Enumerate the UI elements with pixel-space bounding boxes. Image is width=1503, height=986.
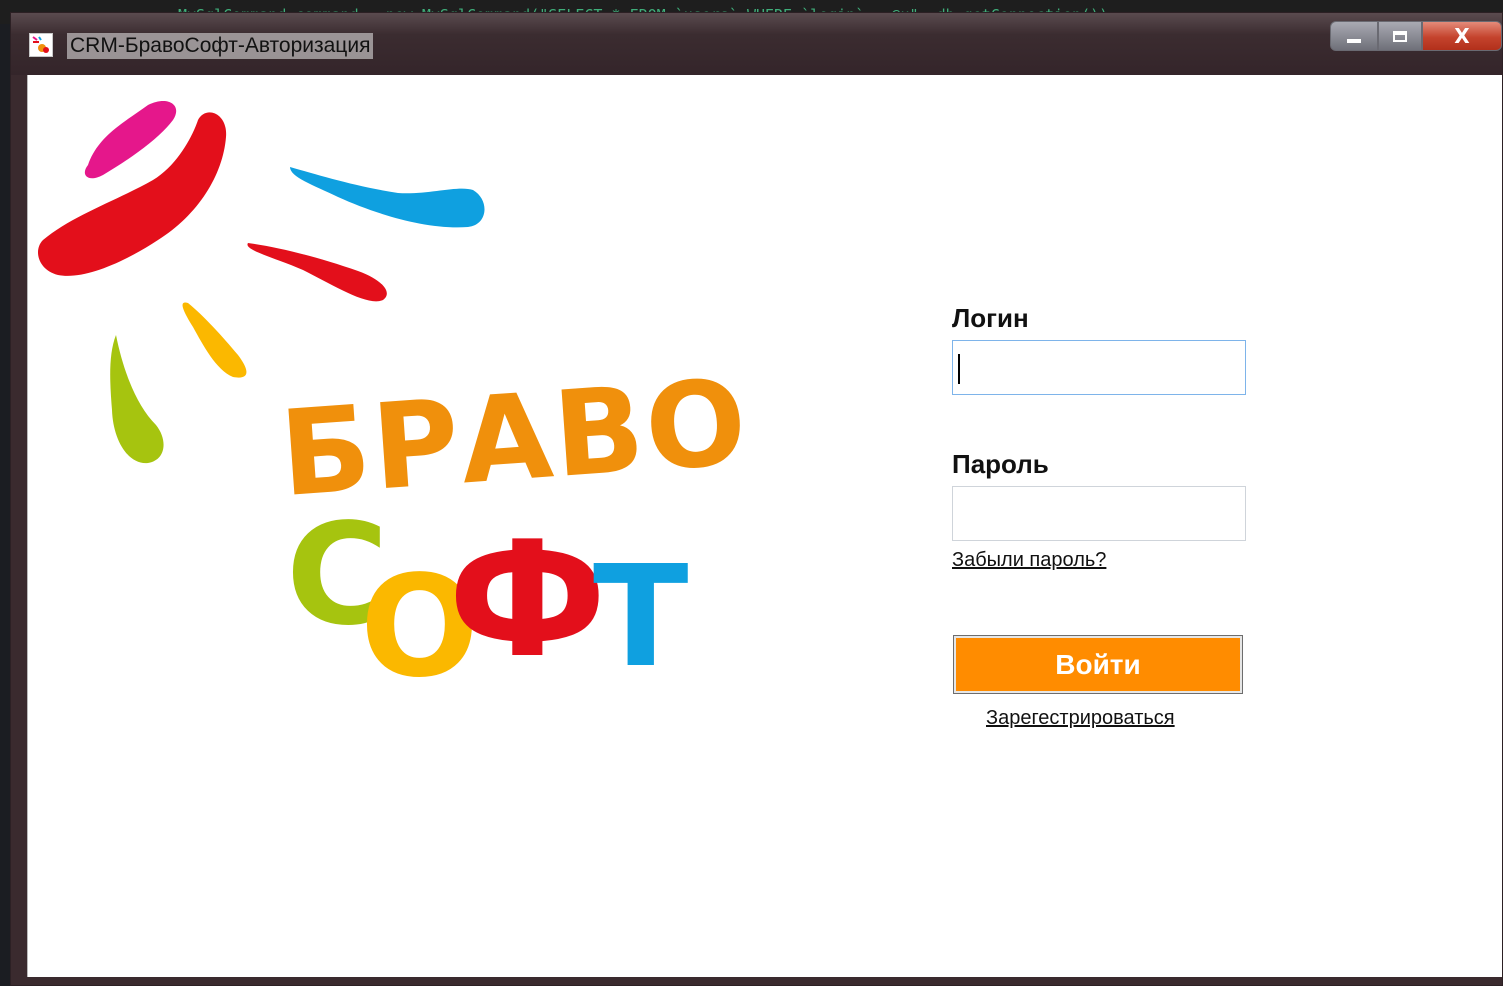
text-caret xyxy=(958,354,960,384)
logo-ray-green xyxy=(110,335,164,464)
login-label: Логин xyxy=(952,303,1029,333)
logo-ray-pink xyxy=(84,100,177,179)
login-button[interactable]: Войти xyxy=(953,635,1243,694)
window-title: CRM-БравоСофт-Авторизация xyxy=(67,33,374,59)
minimize-icon xyxy=(1347,39,1361,43)
maximize-icon xyxy=(1393,30,1407,42)
password-label: Пароль xyxy=(952,449,1049,479)
logo-ray-red-small xyxy=(247,243,387,302)
close-icon: X xyxy=(1454,24,1470,48)
title-bar[interactable]: CRM-БравоСофт-Авторизация X xyxy=(11,13,1502,75)
logo-letter-f: Ф xyxy=(448,506,607,693)
app-icon xyxy=(29,33,53,57)
logo-ray-yellow xyxy=(182,302,247,378)
login-window: CRM-БравоСофт-Авторизация X БРАВО С О Ф … xyxy=(10,12,1503,986)
close-button[interactable]: X xyxy=(1422,21,1502,51)
password-input[interactable] xyxy=(952,486,1246,541)
login-input[interactable] xyxy=(952,340,1246,395)
logo-ray-blue xyxy=(290,167,485,228)
register-link[interactable]: Зарегестрироваться xyxy=(986,707,1175,730)
logo-letter-t: Т xyxy=(593,536,689,699)
maximize-button[interactable] xyxy=(1378,21,1422,51)
window-controls: X xyxy=(1330,21,1502,55)
minimize-button[interactable] xyxy=(1330,21,1378,51)
forgot-password-link[interactable]: Забыли пароль? xyxy=(952,549,1106,572)
bravosoft-logo: БРАВО С О Ф Т xyxy=(38,100,748,709)
client-area: БРАВО С О Ф Т Логин Пароль Забыли пароль… xyxy=(27,75,1502,977)
